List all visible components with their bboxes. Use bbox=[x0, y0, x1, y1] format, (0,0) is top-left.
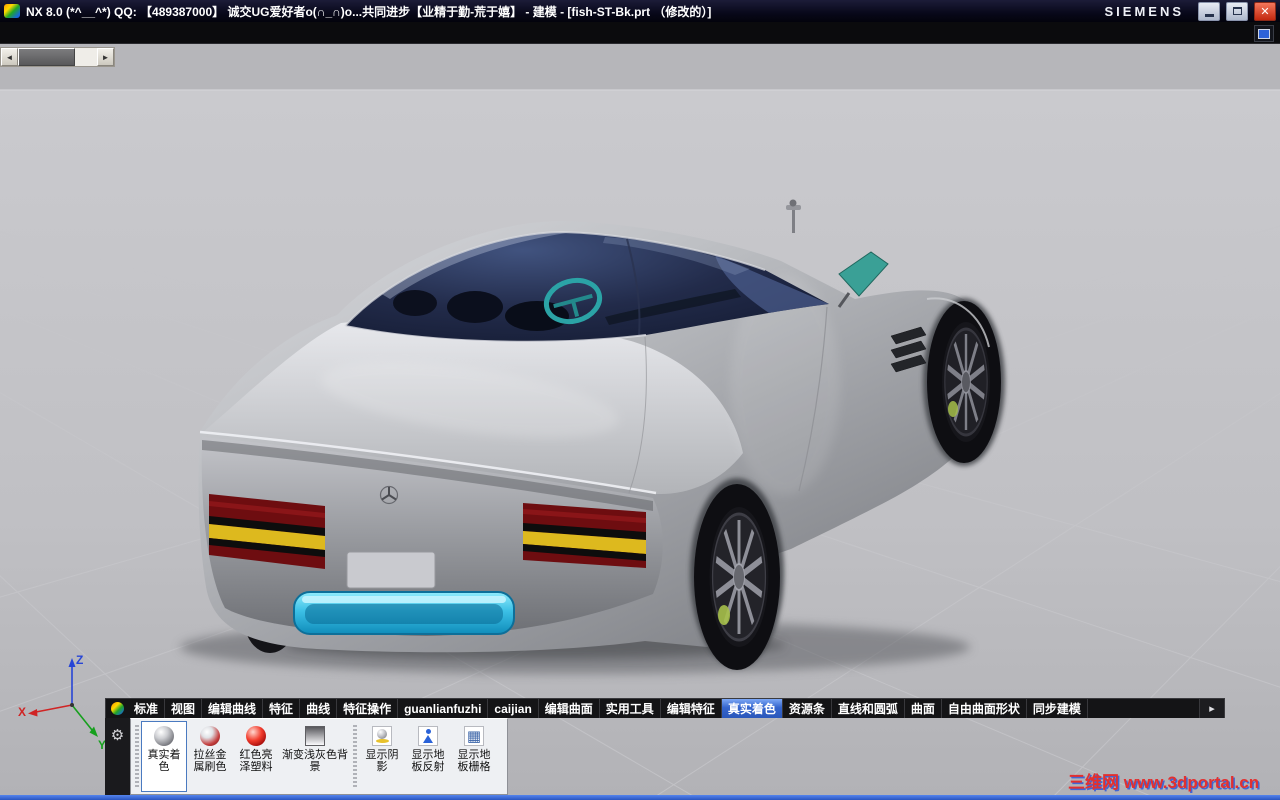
viewport-3d[interactable]: ◄ ► X Y Z 三维网 www.3dportal.cn bbox=[0, 44, 1280, 800]
front-wheel bbox=[927, 301, 1001, 463]
tab-feature[interactable]: 特征 bbox=[263, 699, 301, 718]
siemens-logo: SIEMENS bbox=[1104, 3, 1184, 19]
menu-strip bbox=[0, 22, 1280, 44]
maximize-button[interactable] bbox=[1226, 1, 1248, 21]
license-plate bbox=[346, 551, 436, 589]
scroll-left-button[interactable]: ◄ bbox=[1, 48, 18, 66]
show-shadow-icon bbox=[372, 726, 392, 746]
close-icon: ✕ bbox=[1260, 5, 1270, 18]
child-window-icon bbox=[1258, 28, 1270, 39]
rear-bumper-insert bbox=[293, 591, 515, 635]
tab-edit-feature[interactable]: 编辑特征 bbox=[661, 699, 722, 718]
brushed-metal-icon bbox=[200, 726, 220, 746]
scroll-right-button[interactable]: ► bbox=[97, 48, 114, 66]
minimize-icon bbox=[1204, 13, 1214, 17]
tab-view[interactable]: 视图 bbox=[165, 699, 203, 718]
tail-light-right bbox=[523, 503, 646, 568]
scrollbar-track[interactable] bbox=[18, 48, 97, 66]
btn-realistic-shading[interactable]: 真实着色 bbox=[141, 721, 187, 792]
nx-application-window: NX 8.0 (*^__^*) QQ: 【489387000】 诚交UG爱好者o… bbox=[0, 0, 1280, 800]
tab-edit-surface[interactable]: 编辑曲面 bbox=[539, 699, 600, 718]
scene-canvas bbox=[0, 44, 1280, 800]
toolbar-options-column: ⚙ bbox=[105, 718, 130, 795]
minimize-button[interactable] bbox=[1198, 1, 1220, 21]
tab-freeform-shape[interactable]: 自由曲面形状 bbox=[942, 699, 1027, 718]
axis-z-label: Z bbox=[76, 653, 83, 667]
toolbar-grip[interactable] bbox=[135, 725, 139, 788]
tab-edit-curve[interactable]: 编辑曲线 bbox=[202, 699, 264, 718]
gradient-background-icon bbox=[305, 726, 325, 746]
title-bar: NX 8.0 (*^__^*) QQ: 【489387000】 诚交UG爱好者o… bbox=[0, 0, 1280, 22]
gear-icon[interactable]: ⚙ bbox=[111, 728, 124, 795]
horizontal-scrollbar[interactable]: ◄ ► bbox=[0, 47, 115, 67]
scrollbar-thumb[interactable] bbox=[18, 48, 75, 66]
close-button[interactable]: ✕ bbox=[1254, 1, 1276, 21]
btn-red-glossy-plastic[interactable]: 红色亮泽塑料 bbox=[233, 721, 279, 792]
floor-grid-glyph: ▦ bbox=[466, 727, 482, 745]
tab-standard[interactable]: 标准 bbox=[128, 699, 166, 718]
tab-feature-operation[interactable]: 特征操作 bbox=[337, 699, 399, 718]
btn-show-shadow[interactable]: 显示阴影 bbox=[359, 721, 405, 792]
floor-reflection-icon bbox=[418, 726, 438, 746]
tab-surface[interactable]: 曲面 bbox=[905, 699, 942, 718]
tab-curve[interactable]: 曲线 bbox=[300, 699, 338, 718]
tab-resource-bar[interactable]: 资源条 bbox=[783, 699, 832, 718]
nx-tab-logo bbox=[106, 699, 128, 718]
axis-x-label: X bbox=[18, 705, 26, 719]
tab-line-arc[interactable]: 直线和圆弧 bbox=[832, 699, 905, 718]
toolbar-overflow-button[interactable]: ▸ bbox=[1199, 699, 1224, 718]
rear-wheel bbox=[694, 484, 780, 670]
btn-gradient-light-gray-background[interactable]: 渐变浅灰色背景 bbox=[279, 721, 351, 792]
window-title: NX 8.0 (*^__^*) QQ: 【489387000】 诚交UG爱好者o… bbox=[26, 4, 712, 19]
nx-logo-icon bbox=[4, 4, 20, 18]
shading-toolbar: 真实着色 拉丝金属刷色 红色亮泽塑料 渐变浅灰色背景 显示阴影 显示地板反射 ▦… bbox=[130, 718, 508, 795]
red-glossy-plastic-icon bbox=[246, 726, 266, 746]
tab-caijian[interactable]: caijian bbox=[488, 699, 539, 718]
realistic-shading-icon bbox=[154, 726, 174, 746]
btn-show-floor-grid[interactable]: ▦ 显示地板栅格 bbox=[451, 721, 497, 792]
tab-utility-tools[interactable]: 实用工具 bbox=[600, 699, 661, 718]
scroll-right-icon: ► bbox=[101, 52, 110, 62]
bottom-bar: 标准 视图 编辑曲线 特征 曲线 特征操作 guanlianfuzhi caij… bbox=[105, 698, 1225, 795]
btn-brushed-metal[interactable]: 拉丝金属刷色 bbox=[187, 721, 233, 792]
tab-guanlianfuzhi[interactable]: guanlianfuzhi bbox=[398, 699, 489, 718]
toolbar-row: ⚙ 真实着色 拉丝金属刷色 红色亮泽塑料 渐变浅灰色背景 显示阴影 显示地板反射… bbox=[105, 718, 1225, 795]
maximize-icon bbox=[1232, 7, 1242, 15]
child-window-restore-button[interactable] bbox=[1254, 25, 1274, 42]
scroll-left-icon: ◄ bbox=[5, 52, 14, 62]
floor-grid-icon: ▦ bbox=[464, 726, 484, 746]
btn-show-floor-reflection[interactable]: 显示地板反射 bbox=[405, 721, 451, 792]
tab-realistic-shading[interactable]: 真实着色 bbox=[721, 699, 783, 718]
taskbar-sliver bbox=[0, 795, 1280, 800]
tab-synchronous-modeling[interactable]: 同步建模 bbox=[1027, 699, 1088, 718]
nx-swirl-icon bbox=[110, 702, 124, 715]
toolbar-grip[interactable] bbox=[353, 725, 357, 788]
view-triad: X Y Z bbox=[18, 653, 106, 752]
toolbar-tab-bar: 标准 视图 编辑曲线 特征 曲线 特征操作 guanlianfuzhi caij… bbox=[105, 698, 1225, 718]
toolbar-overflow-icon: ▸ bbox=[1209, 703, 1215, 715]
